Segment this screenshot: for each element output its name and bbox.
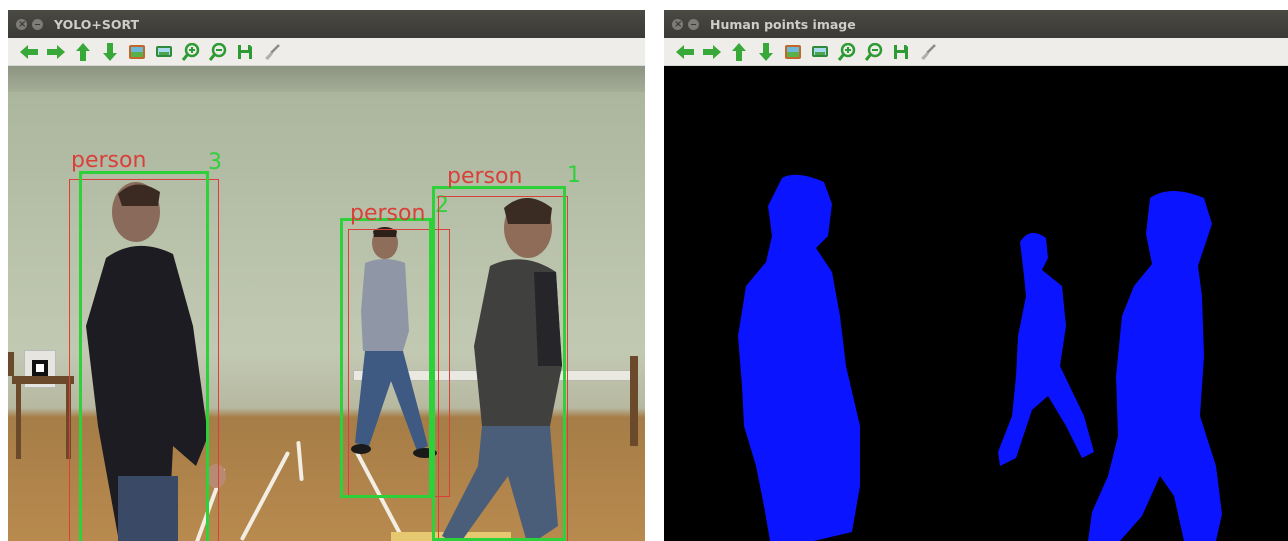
track-box-green-1 bbox=[432, 186, 566, 541]
minimize-icon[interactable] bbox=[32, 18, 43, 30]
save-icon bbox=[892, 43, 910, 61]
track-id-1: 1 bbox=[567, 163, 581, 188]
detection-label-3: person bbox=[71, 148, 147, 173]
image-icon bbox=[784, 44, 802, 60]
toolbar bbox=[8, 38, 645, 66]
zoom-in-button[interactable] bbox=[178, 41, 204, 63]
human-points-window: Human points image bbox=[664, 10, 1288, 541]
chair-right bbox=[630, 356, 638, 446]
properties-brush-icon bbox=[919, 43, 937, 61]
yolo-sort-window: YOLO+SORT bbox=[8, 10, 645, 541]
zoom-out-button[interactable] bbox=[205, 41, 231, 63]
zoom-in-icon bbox=[182, 42, 200, 61]
zoom-in-icon bbox=[838, 42, 856, 61]
pan-left-button[interactable] bbox=[672, 41, 698, 63]
pan-down-button[interactable] bbox=[753, 41, 779, 63]
toolbar bbox=[664, 38, 1288, 66]
image-info-icon bbox=[811, 44, 829, 60]
pan-left-button[interactable] bbox=[16, 41, 42, 63]
chair-leg bbox=[16, 384, 21, 459]
pan-right-button[interactable] bbox=[699, 41, 725, 63]
detection-label-1: person bbox=[447, 164, 523, 189]
pan-right-button[interactable] bbox=[43, 41, 69, 63]
close-icon[interactable] bbox=[16, 18, 27, 30]
segmentation-mask-frame[interactable] bbox=[664, 66, 1288, 541]
zoom-original-button[interactable] bbox=[807, 41, 833, 63]
window-title: Human points image bbox=[710, 16, 856, 32]
image-info-icon bbox=[155, 44, 173, 60]
save-button[interactable] bbox=[888, 41, 914, 63]
save-icon bbox=[236, 43, 254, 61]
window-title: YOLO+SORT bbox=[54, 16, 140, 32]
person-mask-right bbox=[1088, 191, 1222, 541]
properties-brush-icon bbox=[263, 43, 281, 61]
person-mask-middle bbox=[998, 232, 1094, 466]
mask-svg bbox=[738, 174, 1222, 541]
properties-button[interactable] bbox=[259, 41, 285, 63]
zoom-fit-button[interactable] bbox=[780, 41, 806, 63]
track-id-3: 3 bbox=[208, 150, 222, 175]
close-icon[interactable] bbox=[672, 18, 683, 30]
title-bar[interactable]: YOLO+SORT bbox=[8, 10, 645, 38]
floor-tape bbox=[296, 440, 304, 482]
camera-frame[interactable]: person 3 person 2 person 1 bbox=[8, 66, 645, 541]
chair-seat bbox=[12, 376, 74, 384]
arrow-up-icon bbox=[75, 42, 91, 62]
title-bar[interactable]: Human points image bbox=[664, 10, 1288, 38]
person-mask-left bbox=[738, 174, 860, 541]
pan-down-button[interactable] bbox=[97, 41, 123, 63]
zoom-out-icon bbox=[865, 42, 883, 61]
wall-top-shade bbox=[8, 66, 645, 92]
zoom-fit-button[interactable] bbox=[124, 41, 150, 63]
arrow-up-icon bbox=[731, 42, 747, 62]
arrow-down-icon bbox=[102, 42, 118, 62]
track-box-green-2 bbox=[340, 218, 432, 498]
arrow-right-icon bbox=[46, 44, 66, 60]
chair-back bbox=[8, 352, 14, 376]
minimize-icon[interactable] bbox=[688, 18, 699, 30]
detection-label-2: person bbox=[350, 201, 426, 226]
zoom-out-icon bbox=[209, 42, 227, 61]
arrow-down-icon bbox=[758, 42, 774, 62]
track-box-green-3 bbox=[79, 171, 209, 541]
arrow-right-icon bbox=[702, 44, 722, 60]
pan-up-button[interactable] bbox=[726, 41, 752, 63]
zoom-original-button[interactable] bbox=[151, 41, 177, 63]
arrow-left-icon bbox=[19, 44, 39, 60]
image-icon bbox=[128, 44, 146, 60]
save-button[interactable] bbox=[232, 41, 258, 63]
zoom-out-button[interactable] bbox=[861, 41, 887, 63]
properties-button[interactable] bbox=[915, 41, 941, 63]
zoom-in-button[interactable] bbox=[834, 41, 860, 63]
pan-up-button[interactable] bbox=[70, 41, 96, 63]
arrow-left-icon bbox=[675, 44, 695, 60]
